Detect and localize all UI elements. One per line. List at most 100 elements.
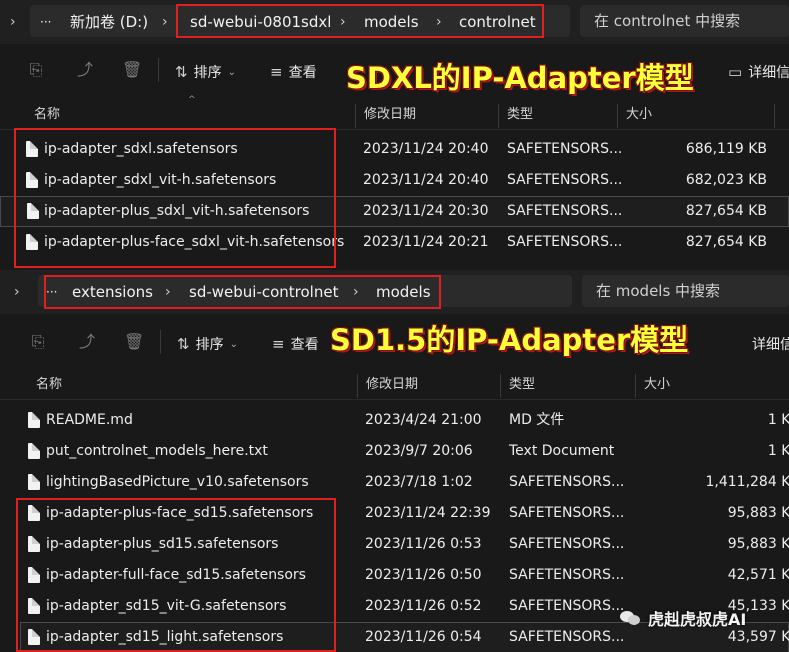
file-name: ip-adapter-plus_sdxl_vit-h.safetensors bbox=[44, 203, 310, 219]
overlay-title-sdxl: SDXL的IP-Adapter模型 bbox=[346, 61, 694, 95]
file-type: SAFETENSORS... bbox=[509, 505, 625, 521]
column-header-date[interactable]: 修改日期 bbox=[356, 100, 416, 130]
search-input[interactable]: 在 controlnet 中搜索 bbox=[580, 5, 789, 37]
chevron-down-icon: ⌄ bbox=[229, 338, 238, 350]
file-row[interactable]: ip-adapter_sdxl.safetensors 2023/11/24 2… bbox=[0, 134, 789, 165]
breadcrumb-controlnet[interactable]: controlnet bbox=[459, 0, 536, 44]
file-type: SAFETENSORS... bbox=[507, 234, 623, 250]
details-pane-button[interactable]: 详细信 bbox=[752, 334, 789, 354]
chevron-right-icon[interactable]: › bbox=[436, 0, 442, 44]
rename-icon[interactable]: ⎘ bbox=[26, 60, 46, 80]
delete-icon[interactable]: 🗑 bbox=[124, 332, 144, 352]
view-button[interactable]: ≡ 查看 bbox=[272, 334, 319, 354]
chevron-right-icon[interactable]: › bbox=[10, 0, 16, 44]
file-date: 2023/7/18 1:02 bbox=[365, 474, 473, 490]
column-divider[interactable] bbox=[774, 104, 775, 128]
toolbar-divider bbox=[160, 330, 161, 354]
details-pane-button[interactable]: ▭ 详细信 bbox=[728, 62, 789, 82]
file-name: put_controlnet_models_here.txt bbox=[46, 443, 268, 459]
column-header-type[interactable]: 类型 bbox=[499, 100, 533, 130]
column-header-type[interactable]: 类型 bbox=[501, 370, 535, 400]
file-size: 682,023 KB bbox=[685, 172, 767, 188]
chevron-right-icon[interactable]: › bbox=[162, 0, 168, 44]
view-icon: ≡ bbox=[270, 63, 283, 81]
file-icon bbox=[27, 203, 39, 219]
share-icon[interactable]: ⤴ bbox=[77, 332, 97, 352]
file-icon bbox=[28, 536, 40, 552]
breadcrumb-models[interactable]: models bbox=[364, 0, 419, 44]
share-icon[interactable]: ⤴ bbox=[75, 60, 95, 80]
file-date: 2023/11/26 0:53 bbox=[365, 536, 482, 552]
file-size: 95,883 KB bbox=[727, 536, 789, 552]
file-date: 2023/11/24 22:39 bbox=[365, 505, 491, 521]
breadcrumb-sd-webui[interactable]: sd-webui-0801sdxl bbox=[190, 0, 331, 44]
file-row[interactable]: ip-adapter-plus-face_sd15.safetensors 20… bbox=[0, 498, 789, 529]
file-date: 2023/11/24 20:21 bbox=[363, 234, 489, 250]
file-type: SAFETENSORS... bbox=[509, 536, 625, 552]
watermark-text: 虎赳虎叔虎AI bbox=[648, 610, 747, 629]
file-type: SAFETENSORS... bbox=[507, 203, 623, 219]
column-header-size[interactable]: 大小 bbox=[636, 370, 670, 400]
file-row[interactable]: ip-adapter-plus-face_sdxl_vit-h.safetens… bbox=[0, 227, 789, 258]
file-name: ip-adapter-plus_sd15.safetensors bbox=[46, 536, 279, 552]
file-icon bbox=[26, 234, 38, 250]
file-row[interactable]: ip-adapter_sdxl_vit-h.safetensors 2023/1… bbox=[0, 165, 789, 196]
column-header-size[interactable]: 大小 bbox=[618, 100, 652, 130]
file-name: ip-adapter_sd15_light.safetensors bbox=[46, 629, 284, 645]
file-type: SAFETENSORS... bbox=[509, 567, 625, 583]
delete-icon[interactable]: 🗑 bbox=[122, 60, 142, 80]
file-icon bbox=[28, 567, 40, 583]
chevron-right-icon[interactable]: › bbox=[340, 0, 346, 44]
column-header-name[interactable]: 名称 bbox=[28, 370, 62, 400]
chevron-down-icon: ⌄ bbox=[227, 66, 236, 78]
file-name: ip-adapter-plus-face_sd15.safetensors bbox=[46, 505, 314, 521]
file-row[interactable]: put_controlnet_models_here.txt 2023/9/7 … bbox=[0, 436, 789, 467]
address-bar-row: › ··· extensions › sd-webui-controlnet ›… bbox=[0, 270, 789, 314]
file-icon bbox=[28, 505, 40, 521]
column-header-row: ^ 名称 修改日期 类型 大小 bbox=[0, 95, 789, 130]
breadcrumb-ellipsis[interactable]: ··· bbox=[40, 0, 51, 44]
file-row[interactable]: ip-adapter-full-face_sd15.safetensors 20… bbox=[0, 560, 789, 591]
breadcrumb-sd-webui-controlnet[interactable]: sd-webui-controlnet bbox=[189, 270, 338, 314]
search-input[interactable]: 在 models 中搜索 bbox=[582, 275, 789, 307]
explorer-window-sd15: › ··· extensions › sd-webui-controlnet ›… bbox=[0, 270, 789, 652]
file-name: ip-adapter-full-face_sd15.safetensors bbox=[46, 567, 306, 583]
details-label: 详细信 bbox=[748, 65, 789, 81]
file-name: ip-adapter_sdxl.safetensors bbox=[44, 141, 238, 157]
file-row-selected[interactable]: ip-adapter-plus_sdxl_vit-h.safetensors 2… bbox=[0, 196, 789, 227]
chevron-right-icon[interactable]: › bbox=[353, 270, 359, 314]
column-header-date[interactable]: 修改日期 bbox=[358, 370, 418, 400]
file-row[interactable]: README.md 2023/4/24 21:00 MD 文件 1 KB bbox=[0, 405, 789, 436]
file-name: ip-adapter_sdxl_vit-h.safetensors bbox=[44, 172, 277, 188]
file-size: 1,411,284 KB bbox=[705, 474, 789, 490]
file-size: 42,571 KB bbox=[727, 567, 789, 583]
breadcrumb-extensions[interactable]: extensions bbox=[72, 270, 153, 314]
sort-indicator-icon: ^ bbox=[188, 95, 196, 105]
column-header-name[interactable]: 名称 bbox=[26, 100, 60, 130]
breadcrumb-drive[interactable]: 新加卷 (D:) bbox=[70, 0, 148, 44]
sort-button[interactable]: ⇅ 排序 ⌄ bbox=[177, 334, 238, 354]
rename-icon[interactable]: ⎘ bbox=[28, 332, 48, 352]
file-row[interactable]: lightingBasedPicture_v10.safetensors 202… bbox=[0, 467, 789, 498]
details-label: 详细信 bbox=[752, 337, 789, 353]
file-icon bbox=[28, 474, 40, 490]
file-date: 2023/4/24 21:00 bbox=[365, 412, 482, 428]
sort-icon: ⇅ bbox=[175, 63, 188, 81]
sort-button[interactable]: ⇅ 排序 ⌄ bbox=[175, 62, 236, 82]
breadcrumb-ellipsis[interactable]: ··· bbox=[46, 270, 57, 314]
file-type: SAFETENSORS... bbox=[507, 172, 623, 188]
file-size: 1 KB bbox=[767, 412, 789, 428]
file-row[interactable]: ip-adapter-plus_sd15.safetensors 2023/11… bbox=[0, 529, 789, 560]
file-date: 2023/11/24 20:40 bbox=[363, 172, 489, 188]
file-name: ip-adapter_sd15_vit-G.safetensors bbox=[46, 598, 287, 614]
sort-icon: ⇅ bbox=[177, 335, 190, 353]
file-type: SAFETENSORS... bbox=[507, 141, 623, 157]
file-name: README.md bbox=[46, 412, 133, 428]
view-button[interactable]: ≡ 查看 bbox=[270, 62, 317, 82]
breadcrumb-models[interactable]: models bbox=[376, 270, 431, 314]
chevron-right-icon[interactable]: › bbox=[14, 270, 20, 314]
explorer-window-sdxl: › ··· 新加卷 (D:) › sd-webui-0801sdxl › mod… bbox=[0, 0, 789, 268]
chevron-right-icon[interactable]: › bbox=[165, 270, 171, 314]
file-size: 827,654 KB bbox=[685, 234, 767, 250]
file-icon bbox=[28, 629, 40, 645]
